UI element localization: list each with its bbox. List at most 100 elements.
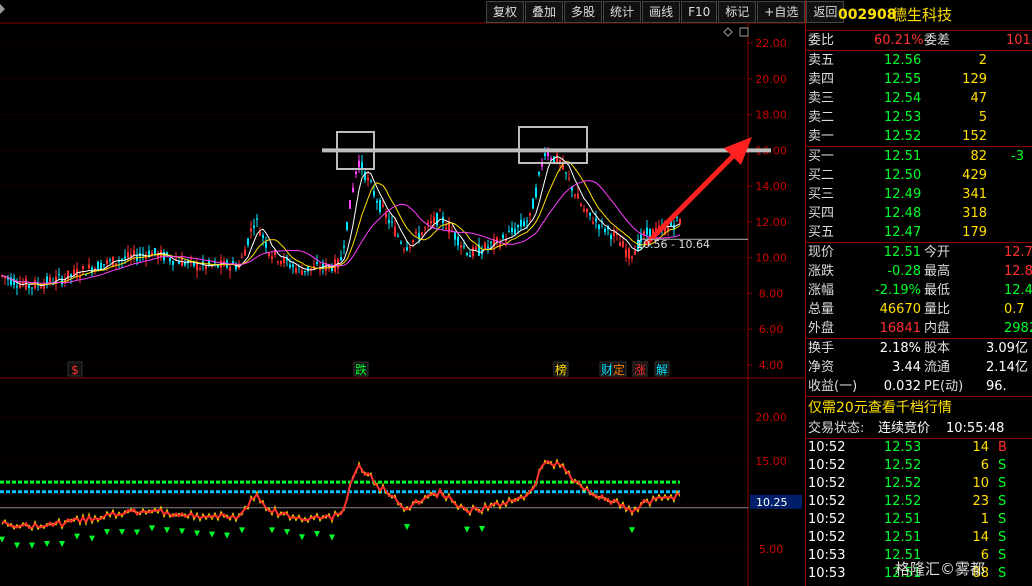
tick-time: 10:52	[808, 530, 846, 545]
event-tag-text: 财	[601, 363, 613, 377]
y-tick-label: 20.00	[755, 73, 787, 86]
candle-body	[544, 153, 546, 157]
candle-body	[634, 250, 636, 255]
tick-side: S	[998, 548, 1007, 563]
down-marker	[329, 534, 335, 541]
tick-row: 10:52 12.51 1 S	[806, 511, 1032, 529]
promo-row[interactable]: 仅需20元查看千档行情	[806, 397, 1032, 419]
weicha-label: 委差	[924, 33, 951, 48]
candle-body	[406, 247, 408, 251]
y-tick-label: 22.00	[755, 37, 787, 50]
toolbar-button-5[interactable]: F10	[681, 1, 718, 23]
ask-price: 12.56	[884, 53, 922, 68]
stat-value: -0.28	[887, 264, 921, 279]
tick-time: 10:53	[808, 548, 846, 563]
candle-body	[457, 236, 459, 246]
candle-body	[589, 212, 591, 216]
tick-time: 10:52	[808, 476, 846, 491]
y-tick-label: 18.00	[755, 109, 787, 122]
tick-row: 10:52 12.52 23 S	[806, 493, 1032, 511]
event-tag: $	[67, 361, 83, 377]
tick-time: 10:52	[808, 494, 846, 509]
stat-value-2: 2982	[1004, 321, 1032, 336]
candle-body	[394, 226, 396, 237]
candlestick-chart[interactable]: 22.0020.0018.0016.0014.0012.0010.008.006…	[0, 0, 805, 586]
sub-signal-line	[1, 458, 681, 532]
down-marker	[179, 528, 185, 535]
tick-side: S	[998, 512, 1007, 527]
bid-price: 12.48	[884, 206, 922, 221]
stat-label-2: 最低	[924, 283, 951, 298]
toolbar-button-1[interactable]: 叠加	[525, 1, 564, 23]
candle-body	[103, 264, 105, 266]
candle-body	[622, 241, 624, 248]
tick-side: S	[998, 530, 1007, 545]
tick-volume: 6	[980, 458, 989, 473]
candle-body	[508, 231, 510, 233]
event-tag-text: 跌	[355, 362, 367, 377]
stock-code: 002908	[838, 7, 897, 23]
stat-row: 涨幅 -2.19% 最低 12.4	[806, 281, 1032, 300]
bid-volume: 179	[962, 225, 987, 240]
candle-body	[289, 264, 291, 268]
event-tag-text: 榜	[555, 362, 567, 377]
event-tag: 跌	[353, 361, 369, 377]
toolbar-button-7[interactable]: +自选	[757, 1, 806, 23]
ask-row: 卖一 12.52 152	[806, 127, 1032, 146]
candle-body	[592, 222, 594, 224]
toolbar-button-4[interactable]: 画线	[642, 1, 681, 23]
candle-body	[343, 245, 345, 248]
candle-body	[82, 266, 84, 269]
candle-body	[412, 239, 414, 243]
candle-body	[97, 261, 99, 271]
toolbar-button-2[interactable]: 多股	[564, 1, 603, 23]
toolbar-button-6[interactable]: 标记	[718, 1, 757, 23]
candle-body	[367, 177, 369, 181]
tick-time: 10:52	[808, 440, 846, 455]
ask-row: 卖五 12.56 2	[806, 51, 1032, 70]
weibi-value: 60.21%	[874, 33, 924, 48]
fund-value-2: 3.09亿	[986, 341, 1028, 356]
bid-price: 12.50	[884, 168, 922, 183]
ask-row: 卖二 12.53 5	[806, 108, 1032, 127]
down-marker	[119, 529, 125, 536]
bid-label: 买二	[808, 168, 835, 183]
candle-body	[535, 187, 537, 198]
toolbar-button-3[interactable]: 统计	[603, 1, 642, 23]
stat-value-2: 12.4	[1004, 283, 1032, 298]
candle-body	[382, 204, 384, 207]
sub-y-tick-label: 15.00	[755, 455, 787, 468]
stat-value-2: 12.8	[1004, 264, 1032, 279]
candle-body	[568, 178, 570, 180]
down-marker	[284, 529, 290, 536]
stat-value: 46670	[879, 302, 921, 317]
stat-row: 总量 46670 量比 0.7	[806, 300, 1032, 319]
down-marker	[44, 541, 50, 548]
ask-row: 卖三 12.54 47	[806, 89, 1032, 108]
candle-body	[604, 228, 606, 232]
quote-panel: 002908 德生科技 委比 60.21% 委差 101 卖五 12.56 2 卖四 1…	[805, 0, 1032, 586]
fund-label: 收益(一)	[808, 379, 858, 394]
weicha-value: 101	[1006, 33, 1031, 48]
tick-row: 10:52 12.51 14 S	[806, 529, 1032, 547]
ask-volume: 152	[962, 129, 987, 144]
tick-side: S	[998, 458, 1007, 473]
candle-body	[295, 267, 297, 273]
sub-y-tick-label: 20.00	[755, 411, 787, 424]
candle-body	[523, 221, 525, 227]
down-marker	[464, 526, 470, 533]
candle-body	[469, 255, 471, 257]
bid-label: 买三	[808, 187, 835, 202]
candle-body	[61, 277, 63, 285]
candle-body	[421, 232, 423, 236]
candle-body	[610, 235, 612, 240]
toolbar-button-0[interactable]: 复权	[486, 1, 525, 23]
stat-label: 外盘	[808, 321, 835, 336]
promo-link[interactable]: 仅需20元查看千档行情	[808, 397, 952, 419]
stat-label: 现价	[808, 245, 835, 260]
ask-label: 卖五	[808, 53, 835, 68]
y-tick-label: 14.00	[755, 180, 787, 193]
candle-body	[265, 242, 267, 248]
down-marker	[74, 533, 80, 540]
candle-body	[340, 257, 342, 261]
